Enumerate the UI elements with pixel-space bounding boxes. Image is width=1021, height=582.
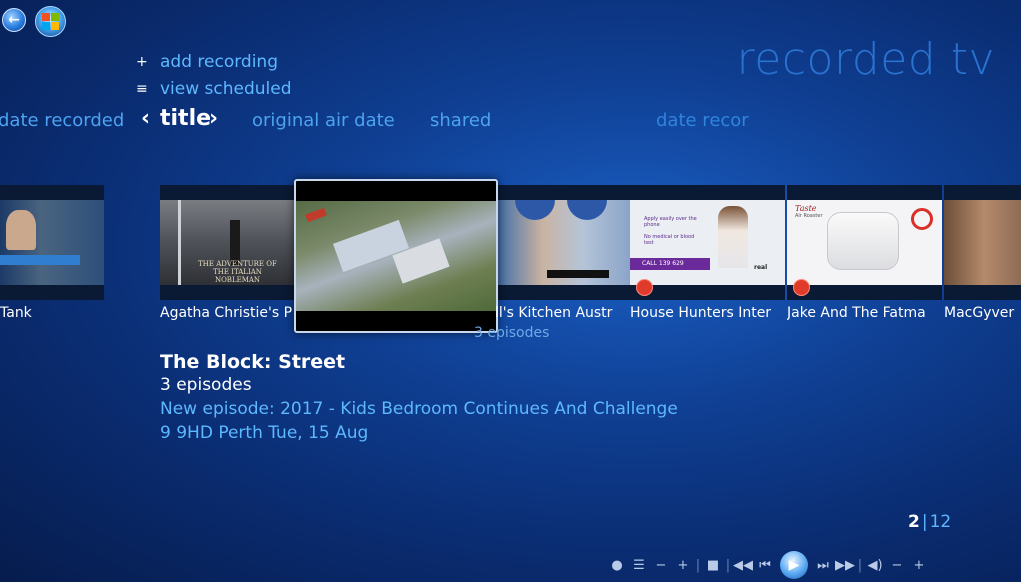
thumbnail-label: House Hunters Inter: [630, 305, 772, 321]
record-indicator-icon: [636, 279, 653, 296]
thumbnail-label: Jake And The Fatma: [787, 305, 926, 321]
volume-down-icon[interactable]: −: [886, 558, 908, 573]
person-figure: [6, 210, 36, 250]
windows-logo-icon-part: [42, 22, 50, 30]
thumbnail-image: Taste Air Roaster: [787, 200, 942, 285]
thumbnail-image: [0, 200, 104, 285]
thumbnail-image: THE ADVENTURE OF THE ITALIAN NOBLEMAN: [160, 200, 295, 285]
thumbnail-image: [495, 200, 630, 285]
thumbnail-sublabel: 3 episodes: [474, 325, 550, 341]
news-ticker: [0, 255, 80, 265]
page-separator: |: [921, 512, 928, 532]
fast-forward-icon[interactable]: ▶▶: [834, 558, 856, 573]
ad-call-strip: CALL 139 629: [630, 258, 710, 270]
transport-controls: ● ☰ − + | ■ | ◀◀ ⏮ ▶ ⏭ ▶▶ | ◀) − +: [606, 551, 1021, 579]
page-total: 12: [929, 512, 952, 532]
detail-title: The Block: Street: [160, 351, 346, 373]
sort-prev-arrow[interactable]: ‹: [141, 106, 150, 131]
thumbnail-house-hunters[interactable]: Apply easily over the phone No medical o…: [630, 185, 785, 300]
sort-title-current[interactable]: title: [160, 106, 211, 131]
play-icon: ▶: [788, 557, 800, 573]
sort-date-recorded-repeat[interactable]: date recor: [656, 110, 749, 131]
thumbnail-label: MacGyver: [944, 305, 1015, 321]
ad-text-1: Apply easily over the phone: [644, 216, 697, 228]
rewind-icon[interactable]: ◀◀: [732, 558, 754, 573]
back-arrow-icon: ←: [8, 12, 20, 28]
product-sub: Air Roaster: [795, 213, 823, 219]
sort-next-arrow[interactable]: ›: [209, 106, 218, 131]
record-icon[interactable]: ●: [606, 558, 628, 573]
window-frame: [178, 200, 181, 285]
sort-date-recorded[interactable]: date recorded: [0, 110, 124, 131]
skip-forward-icon[interactable]: ⏭: [812, 558, 834, 573]
air-fryer-product: [827, 212, 899, 270]
thumbnail-image: [944, 200, 1021, 285]
thumbnail-the-block-selected[interactable]: [294, 179, 498, 333]
divider: |: [857, 557, 863, 573]
thumbnail-agatha-christie[interactable]: THE ADVENTURE OF THE ITALIAN NOBLEMAN: [160, 185, 295, 300]
sort-original-air-date[interactable]: original air date: [252, 110, 395, 131]
add-recording-label: add recording: [160, 52, 278, 72]
thumbnail-hells-kitchen[interactable]: [495, 185, 630, 300]
ad-brand: real: [754, 264, 768, 271]
page-counter: 2 | 12: [908, 512, 951, 532]
back-button[interactable]: ←: [2, 8, 26, 32]
channel-up-icon[interactable]: +: [672, 558, 694, 573]
windows-logo-icon-part: [51, 13, 59, 21]
guide-icon[interactable]: ☰: [628, 558, 650, 573]
divider: |: [725, 557, 731, 573]
sort-shared[interactable]: shared: [430, 110, 491, 131]
play-button[interactable]: ▶: [780, 551, 808, 579]
thumbnail-jake-and-the-fatman[interactable]: Taste Air Roaster: [787, 185, 942, 300]
thumbnail-label: Agatha Christie's P: [160, 305, 293, 321]
windows-logo-icon-part: [51, 22, 59, 30]
detail-new-episode: New episode: 2017 - Kids Bedroom Continu…: [160, 399, 678, 419]
detail-channel-date: 9 9HD Perth Tue, 15 Aug: [160, 423, 369, 443]
presenter-figure: [718, 206, 748, 268]
chef-hat: [567, 200, 607, 220]
stop-icon[interactable]: ■: [702, 558, 724, 573]
thumbnail-label: ll's Kitchen Austr: [495, 305, 613, 321]
plus-icon: +: [136, 54, 148, 70]
page-title: recorded tv: [736, 34, 995, 85]
view-scheduled-label: view scheduled: [160, 79, 292, 99]
chef-hat: [515, 200, 555, 220]
mute-icon[interactable]: ◀): [864, 558, 886, 573]
view-scheduled-link[interactable]: ≡ view scheduled: [136, 79, 292, 99]
channel-down-icon[interactable]: −: [650, 558, 672, 573]
add-recording-link[interactable]: + add recording: [136, 52, 278, 72]
skip-back-icon[interactable]: ⏮: [754, 558, 776, 573]
divider: |: [695, 557, 701, 573]
windows-logo-icon: [42, 13, 50, 21]
detail-episodes: 3 episodes: [160, 375, 252, 395]
person-figure: [230, 220, 240, 265]
windows-start-button[interactable]: [35, 6, 66, 37]
thumbnail-image: Apply easily over the phone No medical o…: [630, 200, 785, 285]
thumbnail-tank[interactable]: [0, 185, 104, 300]
red-roof: [305, 207, 327, 223]
thumbnail-macgyver[interactable]: [944, 185, 1021, 300]
record-indicator-icon: [793, 279, 810, 296]
page-current: 2: [908, 512, 920, 532]
aerial-construction-image: [296, 201, 496, 311]
thumbnail-label: Tank: [0, 305, 32, 321]
list-icon: ≡: [136, 81, 148, 97]
caption-bar: [547, 270, 609, 278]
ad-text-2: No medical or blood test: [644, 234, 695, 246]
product-brand: Taste: [795, 204, 817, 213]
volume-up-icon[interactable]: +: [908, 558, 930, 573]
episode-title-overlay: THE ADVENTURE OF THE ITALIAN NOBLEMAN: [198, 260, 277, 284]
logo-swirl-icon: [911, 208, 933, 230]
